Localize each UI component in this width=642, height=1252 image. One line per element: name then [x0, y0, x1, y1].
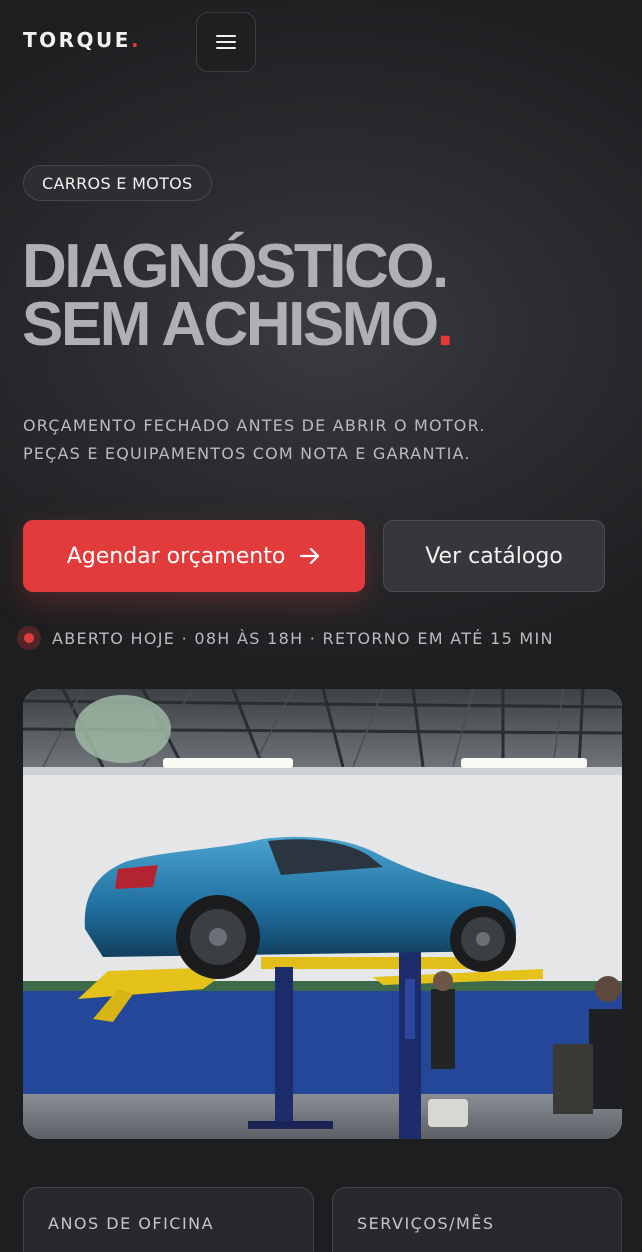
subtitle-line1: ORÇAMENTO FECHADO ANTES DE ABRIR O MOTOR… — [23, 416, 486, 435]
view-catalog-button[interactable]: Ver catálogo — [383, 520, 605, 592]
stat-card-years: ANOS DE OFICINA — [23, 1187, 314, 1252]
hero-subtitle: ORÇAMENTO FECHADO ANTES DE ABRIR O MOTOR… — [23, 412, 623, 468]
logo-text: TORQUE — [23, 28, 131, 52]
arrow-right-icon — [300, 547, 320, 565]
stat-label-services: SERVIÇOS/MÊS — [357, 1214, 495, 1233]
schedule-quote-button[interactable]: Agendar orçamento — [23, 520, 365, 592]
category-tag: CARROS E MOTOS — [23, 165, 212, 201]
stat-card-services: SERVIÇOS/MÊS — [332, 1187, 622, 1252]
status-indicator-icon — [17, 626, 41, 650]
workshop-photo-illustration — [23, 689, 622, 1139]
schedule-quote-label: Agendar orçamento — [66, 543, 286, 569]
view-catalog-label: Ver catálogo — [425, 543, 563, 569]
hero-title-line2: SEM ACHISMO — [22, 290, 439, 359]
site-header: TORQUE. — [0, 0, 642, 84]
stat-label-years: ANOS DE OFICINA — [48, 1214, 215, 1233]
hamburger-menu-icon — [216, 35, 236, 49]
workshop-photo — [23, 689, 622, 1139]
hero-title: DIAGNÓSTICO. SEM ACHISMO. — [22, 236, 622, 356]
opening-status: ABERTO HOJE · 08H ÀS 18H · RETORNO EM AT… — [17, 626, 554, 650]
subtitle-line2: PEÇAS E EQUIPAMENTOS COM NOTA E GARANTIA… — [23, 444, 471, 463]
opening-hours-text: ABERTO HOJE · 08H ÀS 18H · RETORNO EM AT… — [52, 628, 554, 648]
menu-button[interactable] — [196, 12, 256, 72]
brand-logo[interactable]: TORQUE. — [23, 28, 141, 52]
logo-dot: . — [130, 28, 142, 52]
hero-title-dot: . — [436, 290, 454, 359]
